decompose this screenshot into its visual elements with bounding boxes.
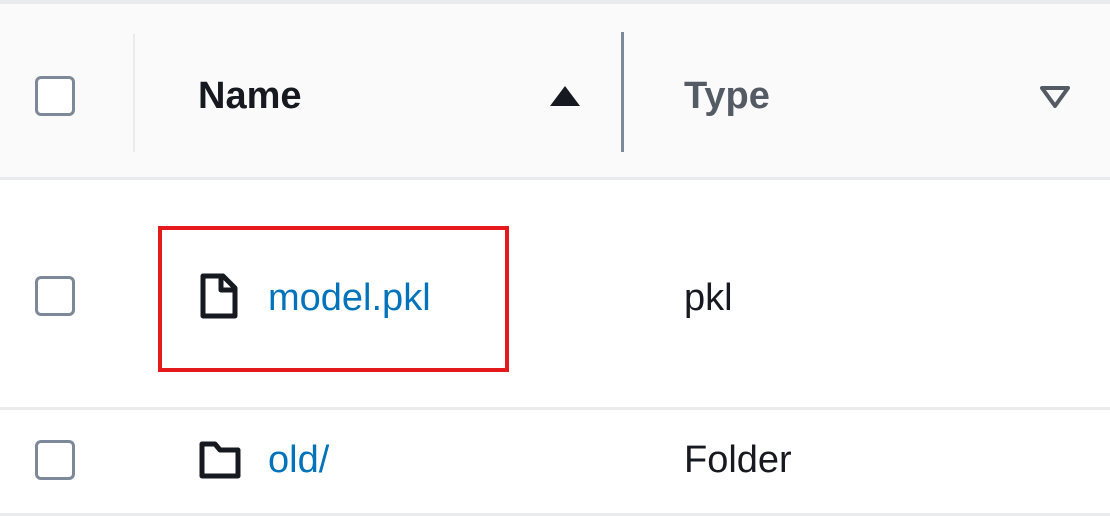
row-select-checkbox[interactable] xyxy=(35,276,75,316)
column-resize-handle[interactable] xyxy=(621,32,624,152)
table-header: Name Type xyxy=(0,4,1110,180)
table-row[interactable]: model.pkl pkl xyxy=(0,180,1110,410)
object-link-old-folder[interactable]: old/ xyxy=(268,440,329,480)
table-row[interactable]: old/ Folder xyxy=(0,410,1110,516)
sort-descending-icon[interactable] xyxy=(1038,84,1072,110)
object-link-model-pkl[interactable]: model.pkl xyxy=(268,278,431,318)
objects-table: Name Type model.pkl pkl old/ Folder xyxy=(0,0,1110,516)
row-select-checkbox[interactable] xyxy=(35,440,75,480)
column-header-name[interactable]: Name xyxy=(198,76,302,116)
object-type-cell: Folder xyxy=(684,439,792,481)
column-divider xyxy=(133,34,135,152)
column-header-type[interactable]: Type xyxy=(684,76,770,116)
sort-ascending-icon[interactable] xyxy=(548,84,582,108)
select-all-checkbox[interactable] xyxy=(35,76,75,116)
folder-icon xyxy=(199,441,241,479)
file-icon xyxy=(200,273,238,319)
object-type-cell: pkl xyxy=(684,277,733,319)
